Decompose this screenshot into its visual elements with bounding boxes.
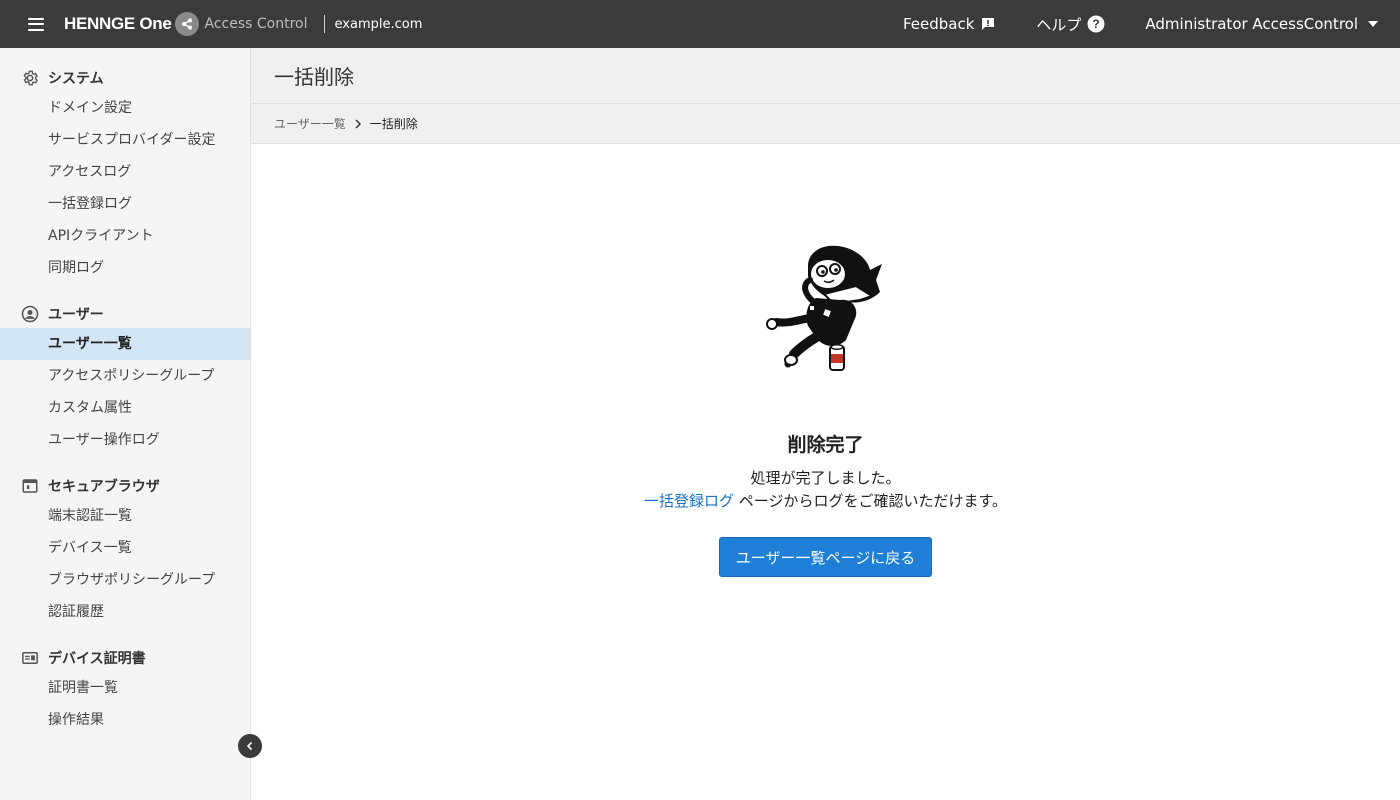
sidebar-collapse-button[interactable] <box>238 734 262 758</box>
help-label: ヘルプ <box>1036 15 1082 34</box>
menu-button[interactable] <box>0 0 72 48</box>
back-to-user-list-button[interactable]: ユーザー一覧ページに戻る <box>718 537 933 577</box>
user-menu[interactable]: Administrator AccessControl <box>1145 15 1378 33</box>
result-title: 削除完了 <box>787 434 864 456</box>
section-title-secure-browser: セキュアブラウザ <box>48 479 160 495</box>
sidebar-item-access-log[interactable]: アクセスログ <box>0 156 250 188</box>
sidebar-item-auth-history[interactable]: 認証履歴 <box>0 596 250 628</box>
sidebar-item-operation-results[interactable]: 操作結果 <box>0 704 250 736</box>
breadcrumb: ユーザー一覧 一括削除 <box>251 104 1400 144</box>
result-message-line2: ページからログをご確認いただけます。 <box>734 492 1007 510</box>
svg-text:?: ? <box>1093 17 1100 31</box>
chevron-right-icon <box>354 118 362 129</box>
user-name: Administrator AccessControl <box>1145 15 1358 33</box>
sidebar-item-custom-attributes[interactable]: カスタム属性 <box>0 392 250 424</box>
hamburger-icon <box>28 17 44 31</box>
sidebar-item-device-list[interactable]: デバイス一覧 <box>0 532 250 564</box>
breadcrumb-current: 一括削除 <box>369 117 418 131</box>
feedback-icon <box>980 16 996 32</box>
section-title-users: ユーザー <box>48 307 104 323</box>
tenant-domain: example.com <box>334 16 423 32</box>
result-message-line1: 処理が完了しました。 <box>750 469 901 487</box>
bulk-registration-log-link[interactable]: 一括登録ログ <box>644 492 734 510</box>
certificate-icon <box>21 649 39 667</box>
user-circle-icon <box>21 305 39 323</box>
sidebar-item-api-client[interactable]: APIクライアント <box>0 220 250 252</box>
header-divider <box>323 15 325 33</box>
feedback-button[interactable]: Feedback <box>903 15 996 33</box>
sidebar-item-certificate-list[interactable]: 証明書一覧 <box>0 672 250 704</box>
sidebar-item-sync-log[interactable]: 同期ログ <box>0 252 250 284</box>
main-content: 一括削除 ユーザー一覧 一括削除 削除完了 処理が完了しました。 一括登録ログ … <box>251 48 1400 800</box>
result-panel: 削除完了 処理が完了しました。 一括登録ログ ページからログをご確認いただけます… <box>251 144 1400 577</box>
product-name: Access Control <box>204 16 308 32</box>
sidebar-item-user-list[interactable]: ユーザー一覧 <box>0 328 250 360</box>
sidebar-item-domain-settings[interactable]: ドメイン設定 <box>0 92 250 124</box>
page-header: 一括削除 <box>251 48 1400 104</box>
ninja-mascot-illustration <box>765 245 882 371</box>
gear-icon <box>21 69 39 87</box>
sidebar-item-service-provider-settings[interactable]: サービスプロバイダー設定 <box>0 124 250 156</box>
page-title: 一括削除 <box>274 65 354 89</box>
help-button[interactable]: ヘルプ ? <box>1036 14 1105 35</box>
sidebar-item-browser-policy-group[interactable]: ブラウザポリシーグループ <box>0 564 250 596</box>
chevron-left-icon <box>246 741 253 751</box>
result-message: 処理が完了しました。 一括登録ログ ページからログをご確認いただけます。 <box>644 467 1007 513</box>
caret-down-icon <box>1368 21 1378 27</box>
section-title-system: システム <box>48 71 104 87</box>
brand-name: HENNGE One <box>64 14 172 33</box>
sidebar-item-bulk-registration-log[interactable]: 一括登録ログ <box>0 188 250 220</box>
sidebar-section-users: ユーザー ユーザー一覧 アクセスポリシーグループ カスタム属性 ユーザー操作ログ <box>0 302 250 456</box>
sidebar-item-device-auth-list[interactable]: 端末認証一覧 <box>0 500 250 532</box>
top-bar: HENNGE One Access Control example.com Fe… <box>0 0 1400 48</box>
brand-mark-icon <box>174 12 199 36</box>
sidebar: システム ドメイン設定 サービスプロバイダー設定 アクセスログ 一括登録ログ A… <box>0 48 251 800</box>
sidebar-item-access-policy-group[interactable]: アクセスポリシーグループ <box>0 360 250 392</box>
sidebar-section-system: システム ドメイン設定 サービスプロバイダー設定 アクセスログ 一括登録ログ A… <box>0 66 250 284</box>
help-icon: ? <box>1087 15 1105 33</box>
sidebar-section-device-certificates: デバイス証明書 証明書一覧 操作結果 <box>0 646 250 736</box>
sidebar-item-user-operation-log[interactable]: ユーザー操作ログ <box>0 424 250 456</box>
app-logo[interactable]: HENNGE One Access Control <box>64 0 308 48</box>
breadcrumb-link-user-list[interactable]: ユーザー一覧 <box>274 115 346 132</box>
browser-icon <box>21 477 39 495</box>
sidebar-section-secure-browser: セキュアブラウザ 端末認証一覧 デバイス一覧 ブラウザポリシーグループ 認証履歴 <box>0 474 250 628</box>
section-title-device-certificates: デバイス証明書 <box>48 651 146 667</box>
feedback-label: Feedback <box>902 15 975 33</box>
